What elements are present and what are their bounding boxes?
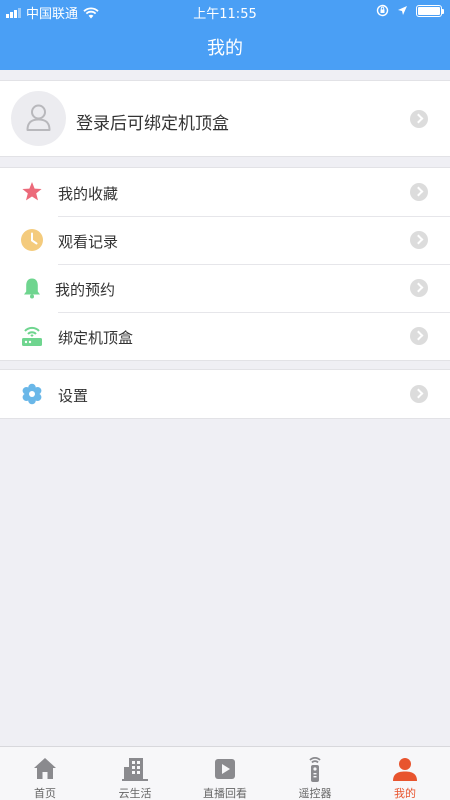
menu-item-favorites[interactable]: 我的收藏 xyxy=(0,168,450,216)
tab-remote[interactable]: 遥控器 xyxy=(270,747,360,800)
home-icon xyxy=(34,758,56,779)
app-header: 中国联通 上午11:55 我的 xyxy=(0,0,450,70)
chevron-right-icon xyxy=(410,385,428,403)
tab-label: 我的 xyxy=(394,787,416,800)
chevron-right-icon xyxy=(410,110,428,128)
menu-item-reservations[interactable]: 我的预约 xyxy=(0,264,450,312)
tab-label: 遥控器 xyxy=(298,787,332,800)
gear-icon xyxy=(22,383,42,405)
building-icon xyxy=(122,758,148,781)
tab-label: 直播回看 xyxy=(203,787,247,800)
tab-cloud-life[interactable]: 云生活 xyxy=(90,747,180,800)
menu-item-label: 观看记录 xyxy=(58,233,119,251)
menu-list: 我的收藏 观看记录 我的预约 绑定机顶盒 xyxy=(0,167,450,361)
user-placeholder-icon xyxy=(26,104,51,131)
menu-item-settings[interactable]: 设置 xyxy=(0,370,450,418)
star-icon xyxy=(22,182,42,201)
avatar xyxy=(11,91,66,146)
location-icon xyxy=(398,6,407,15)
tab-home[interactable]: 首页 xyxy=(0,747,90,800)
orientation-lock-icon xyxy=(376,4,389,17)
chevron-right-icon xyxy=(410,231,428,249)
clock-icon xyxy=(21,229,43,251)
chevron-right-icon xyxy=(410,279,428,297)
menu-item-label: 我的收藏 xyxy=(58,185,119,203)
router-icon xyxy=(22,326,42,346)
chevron-right-icon xyxy=(410,327,428,345)
tab-label: 云生活 xyxy=(118,787,152,800)
tab-live-replay[interactable]: 直播回看 xyxy=(180,747,270,800)
bell-icon xyxy=(24,278,40,299)
menu-item-label: 我的预约 xyxy=(55,281,116,299)
menu-item-bind-settop-box[interactable]: 绑定机顶盒 xyxy=(0,312,450,360)
play-icon xyxy=(215,759,235,779)
menu-item-label: 绑定机顶盒 xyxy=(58,329,134,347)
settings-group: 设置 xyxy=(0,369,450,419)
remote-icon xyxy=(309,757,321,782)
tab-label: 首页 xyxy=(34,787,56,800)
tab-mine[interactable]: 我的 xyxy=(360,747,450,800)
tab-bar: 首页 云生活 直播回看 遥控器 我的 xyxy=(0,746,450,800)
login-card[interactable]: 登录后可绑定机顶盒 xyxy=(0,80,450,157)
login-prompt: 登录后可绑定机顶盒 xyxy=(76,114,229,134)
battery-icon xyxy=(416,4,444,17)
user-icon xyxy=(393,758,417,781)
menu-item-label: 设置 xyxy=(58,387,89,405)
status-bar: 中国联通 上午11:55 xyxy=(0,0,450,22)
chevron-right-icon xyxy=(410,183,428,201)
menu-item-history[interactable]: 观看记录 xyxy=(0,216,450,264)
page-title: 我的 xyxy=(207,38,243,59)
